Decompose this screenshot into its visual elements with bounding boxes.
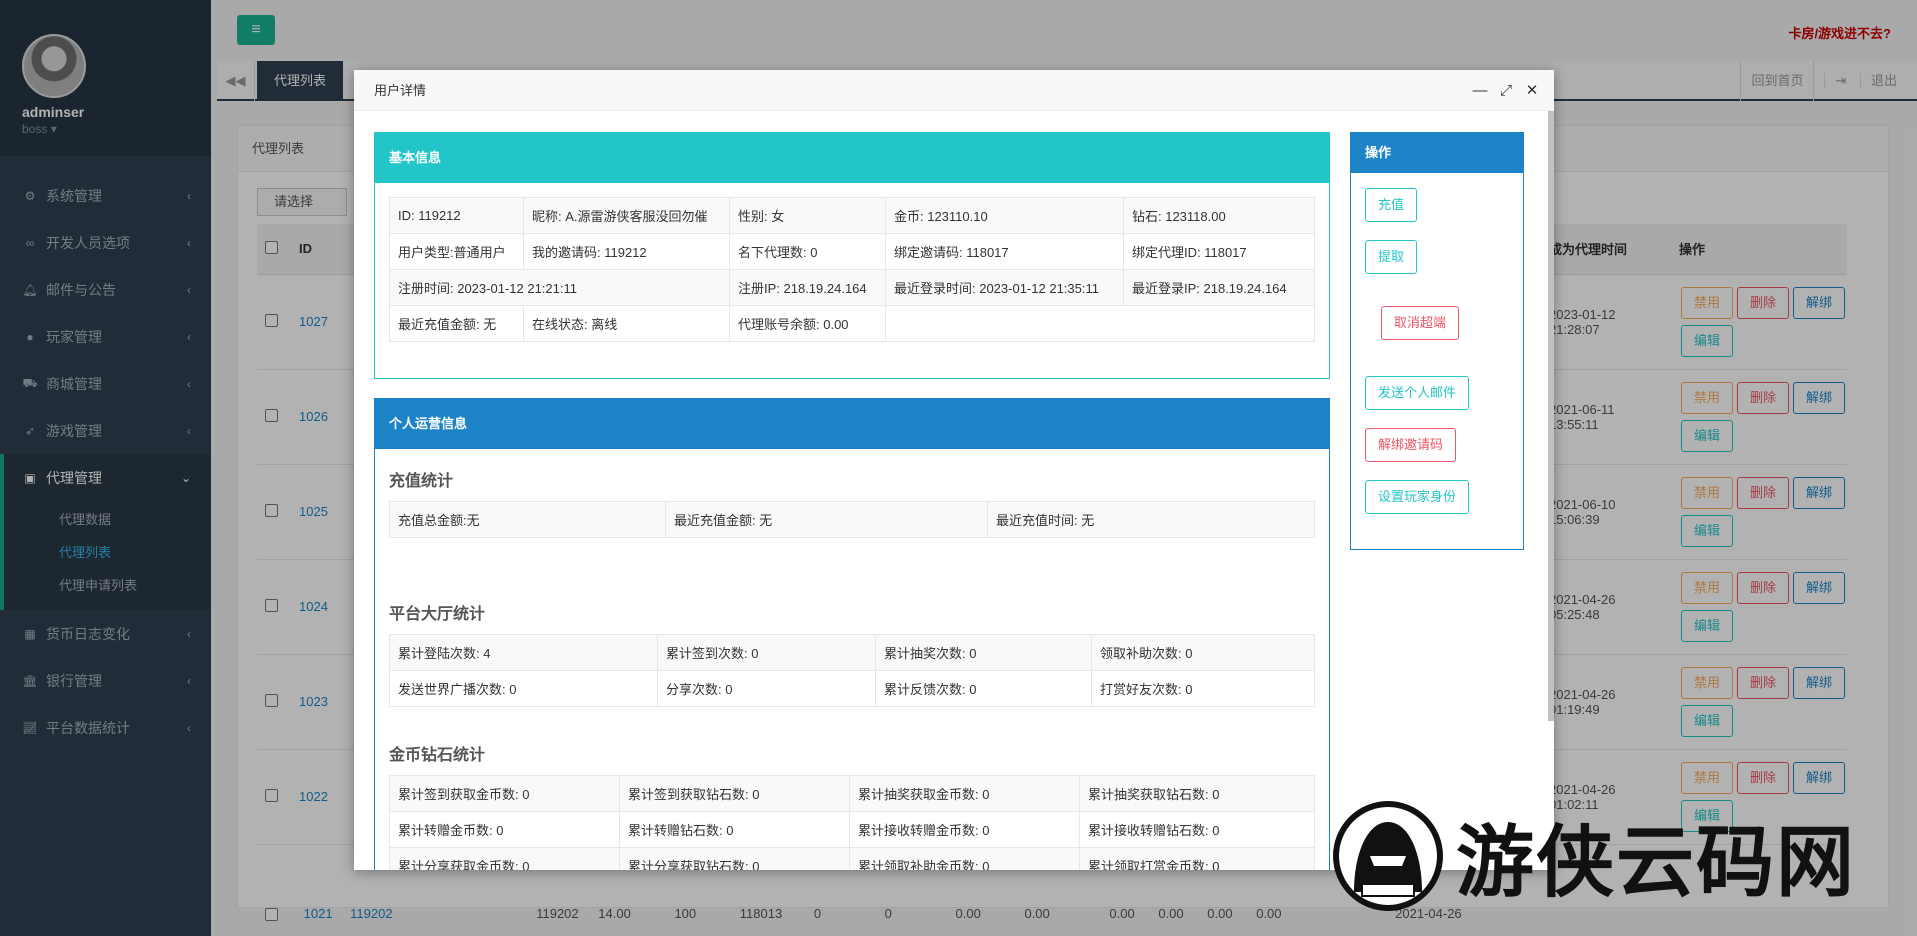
recharge-table: 充值总金额:无 最近充值金额: 无 最近充值时间: 无: [389, 501, 1315, 538]
ops-info-box: 个人运营信息 充值统计 充值总金额:无 最近充值金额: 无 最近充值时间: 无 …: [374, 398, 1330, 870]
cancel-super-button[interactable]: 取消超端: [1381, 306, 1460, 340]
coins-heading: 金币钻石统计: [389, 747, 486, 764]
withdraw-button[interactable]: 提取: [1365, 240, 1418, 274]
hooded-figure-logo-icon: [1332, 800, 1444, 912]
watermark: 游侠云码网: [1332, 800, 1892, 912]
basic-info-box: 基本信息 ID: 119212 昵称: A.源雷游侠客服没回勿催 性别: 女 金…: [374, 132, 1330, 379]
watermark-text: 游侠云码网: [1456, 818, 1857, 908]
modal-header: 用户详情 — ⤢ ✕: [354, 70, 1554, 111]
hall-heading: 平台大厅统计: [389, 606, 486, 623]
basic-info-table: ID: 119212 昵称: A.源雷游侠客服没回勿催 性别: 女 金币: 12…: [389, 197, 1315, 342]
user-detail-modal: 用户详情 — ⤢ ✕ 基本信息 ID: 119212 昵称: A.源雷游侠客服没…: [354, 70, 1554, 870]
operations-title: 操作: [1351, 133, 1523, 173]
unbind-invite-button[interactable]: 解绑邀请码: [1365, 428, 1457, 462]
modal-controls: — ⤢ ✕: [1472, 70, 1540, 111]
modal-body: 基本信息 ID: 119212 昵称: A.源雷游侠客服没回勿催 性别: 女 金…: [354, 111, 1554, 870]
minimize-icon[interactable]: —: [1472, 70, 1488, 111]
set-identity-button[interactable]: 设置玩家身份: [1365, 480, 1470, 514]
coins-table: 累计签到获取金币数: 0 累计签到获取钻石数: 0 累计抽奖获取金币数: 0 累…: [389, 775, 1315, 870]
recharge-heading: 充值统计: [389, 473, 454, 490]
basic-info-title: 基本信息: [375, 133, 1329, 183]
recharge-button[interactable]: 充值: [1365, 188, 1418, 222]
ops-info-title: 个人运营信息: [375, 399, 1329, 449]
modal-title: 用户详情: [374, 83, 427, 98]
send-mail-button[interactable]: 发送个人邮件: [1365, 376, 1470, 410]
operations-box: 操作 充值 提取 取消超端 发送个人邮件 解绑邀请码 设置玩家身份: [1350, 132, 1524, 550]
modal-scrollbar[interactable]: [1548, 111, 1554, 721]
close-icon[interactable]: ✕: [1524, 70, 1540, 111]
maximize-icon[interactable]: ⤢: [1498, 70, 1514, 111]
hall-table: 累计登陆次数: 4 累计签到次数: 0 累计抽奖次数: 0 领取补助次数: 0 …: [389, 634, 1315, 707]
